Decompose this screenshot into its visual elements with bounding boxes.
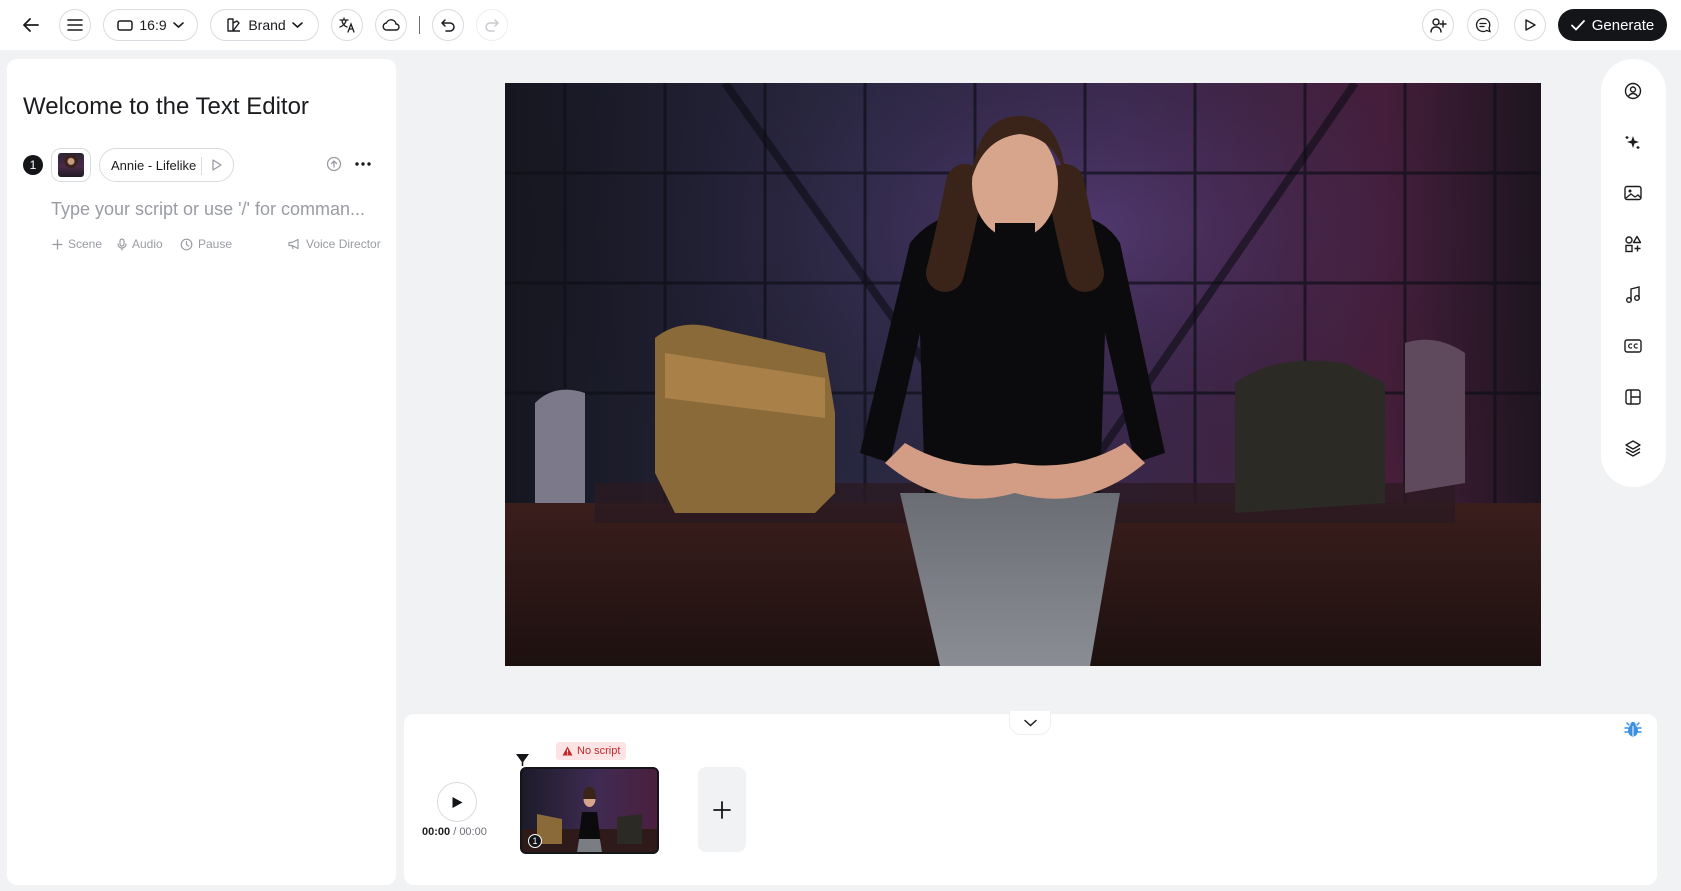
play-icon <box>452 796 463 808</box>
rail-music-button[interactable] <box>1622 284 1644 306</box>
undo-button[interactable] <box>432 9 464 41</box>
image-icon <box>1624 185 1642 201</box>
brand-label: Brand <box>248 17 286 33</box>
scene-tool-label: Scene <box>68 237 103 251</box>
menu-icon <box>67 19 83 31</box>
audio-tool-label: Audio <box>132 237 163 251</box>
comments-button[interactable] <box>1467 9 1499 41</box>
current-time: 00:00 <box>422 826 451 838</box>
rail-ai-button[interactable] <box>1622 131 1644 153</box>
cloud-icon <box>382 19 400 31</box>
back-arrow-icon <box>23 18 39 32</box>
editor-title[interactable]: Welcome to the Text Editor <box>23 93 309 121</box>
add-user-icon <box>1429 18 1447 33</box>
bug-icon[interactable] <box>1624 720 1642 738</box>
preview-play-icon <box>1525 19 1536 31</box>
chevron-down-icon <box>172 22 184 29</box>
voice-play-icon[interactable] <box>208 157 224 173</box>
aspect-ratio-icon <box>117 20 134 31</box>
rail-media-button[interactable] <box>1622 182 1644 204</box>
rail-captions-button[interactable] <box>1622 335 1644 357</box>
script-input[interactable]: Type your script or use '/' for comman..… <box>51 199 365 220</box>
add-pause-tool[interactable]: Pause <box>180 237 232 251</box>
rail-layout-button[interactable] <box>1622 386 1644 408</box>
generate-button[interactable]: Generate <box>1558 9 1667 41</box>
timeline-play-button[interactable] <box>437 782 477 822</box>
aspect-ratio-dropdown[interactable]: 16:9 <box>103 9 198 41</box>
rail-elements-button[interactable] <box>1622 233 1644 255</box>
tool-rail <box>1601 59 1666 487</box>
layout-icon <box>1625 389 1641 405</box>
aspect-ratio-label: 16:9 <box>139 17 167 33</box>
share-collaborator-button[interactable] <box>1422 9 1454 41</box>
rail-avatar-button[interactable] <box>1622 80 1644 102</box>
microphone-icon <box>117 237 127 251</box>
avatar-thumbnail <box>58 153 84 177</box>
add-scene-button[interactable] <box>698 767 746 852</box>
megaphone-icon <box>288 238 299 250</box>
preview-button[interactable] <box>1514 9 1546 41</box>
cloud-save-button[interactable] <box>375 9 407 41</box>
layers-icon <box>1625 440 1641 457</box>
rail-layers-button[interactable] <box>1622 437 1644 459</box>
ai-rewrite-icon[interactable] <box>325 155 343 173</box>
warning-icon <box>562 746 573 756</box>
scene-preview-image <box>505 83 1541 666</box>
voice-name: Annie - Lifelike <box>111 157 197 173</box>
brand-dropdown[interactable]: Brand <box>210 9 319 41</box>
voice-selector[interactable]: Annie - Lifelike <box>99 148 234 182</box>
comment-icon <box>1475 17 1491 33</box>
check-icon <box>1570 19 1585 30</box>
voice-director-tool[interactable]: Voice Director <box>288 237 381 251</box>
back-button[interactable] <box>15 9 47 41</box>
voice-director-label: Voice Director <box>306 237 381 251</box>
scene-thumbnail <box>522 769 657 852</box>
generate-label: Generate <box>1591 16 1655 34</box>
music-icon <box>1626 286 1640 303</box>
total-time: 00:00 <box>459 826 487 838</box>
sparkle-icon <box>1625 136 1640 149</box>
pause-tool-label: Pause <box>198 237 233 251</box>
script-editor-panel: Welcome to the Text Editor 1 Annie - Lif… <box>7 59 396 885</box>
scene-number-badge: 1 <box>23 155 43 175</box>
pause-clock-icon <box>180 238 193 250</box>
toolbar-divider <box>419 16 420 34</box>
no-script-label: No script <box>577 745 621 757</box>
undo-icon <box>441 19 455 32</box>
menu-button[interactable] <box>59 9 91 41</box>
video-canvas[interactable] <box>505 83 1541 666</box>
voice-divider <box>201 157 202 175</box>
redo-button[interactable] <box>476 9 508 41</box>
top-bar: 16:9 Brand Generate <box>0 0 1681 50</box>
scene-card[interactable]: 1 <box>520 767 659 854</box>
playhead-marker[interactable] <box>516 754 529 766</box>
plus-icon <box>52 238 63 250</box>
translate-button[interactable] <box>331 9 363 41</box>
translate-icon <box>339 17 355 33</box>
add-scene-tool[interactable]: Scene <box>52 237 102 251</box>
time-separator: / <box>450 826 460 838</box>
elements-icon <box>1625 235 1642 253</box>
collapse-timeline-button[interactable] <box>1009 711 1051 735</box>
chevron-down-icon <box>1023 719 1037 727</box>
more-options-icon[interactable] <box>355 162 371 166</box>
add-audio-tool[interactable]: Audio <box>117 237 163 251</box>
no-script-warning: No script <box>556 742 627 760</box>
plus-icon <box>713 800 731 819</box>
chevron-down-icon <box>291 22 303 29</box>
brand-icon <box>227 18 241 32</box>
avatar-icon <box>1624 82 1642 100</box>
redo-icon <box>485 19 499 32</box>
avatar-selector[interactable] <box>51 148 91 182</box>
time-readout: 00:00 / 00:00 <box>422 826 487 838</box>
scene-card-number: 1 <box>528 834 542 848</box>
captions-icon <box>1624 339 1642 353</box>
